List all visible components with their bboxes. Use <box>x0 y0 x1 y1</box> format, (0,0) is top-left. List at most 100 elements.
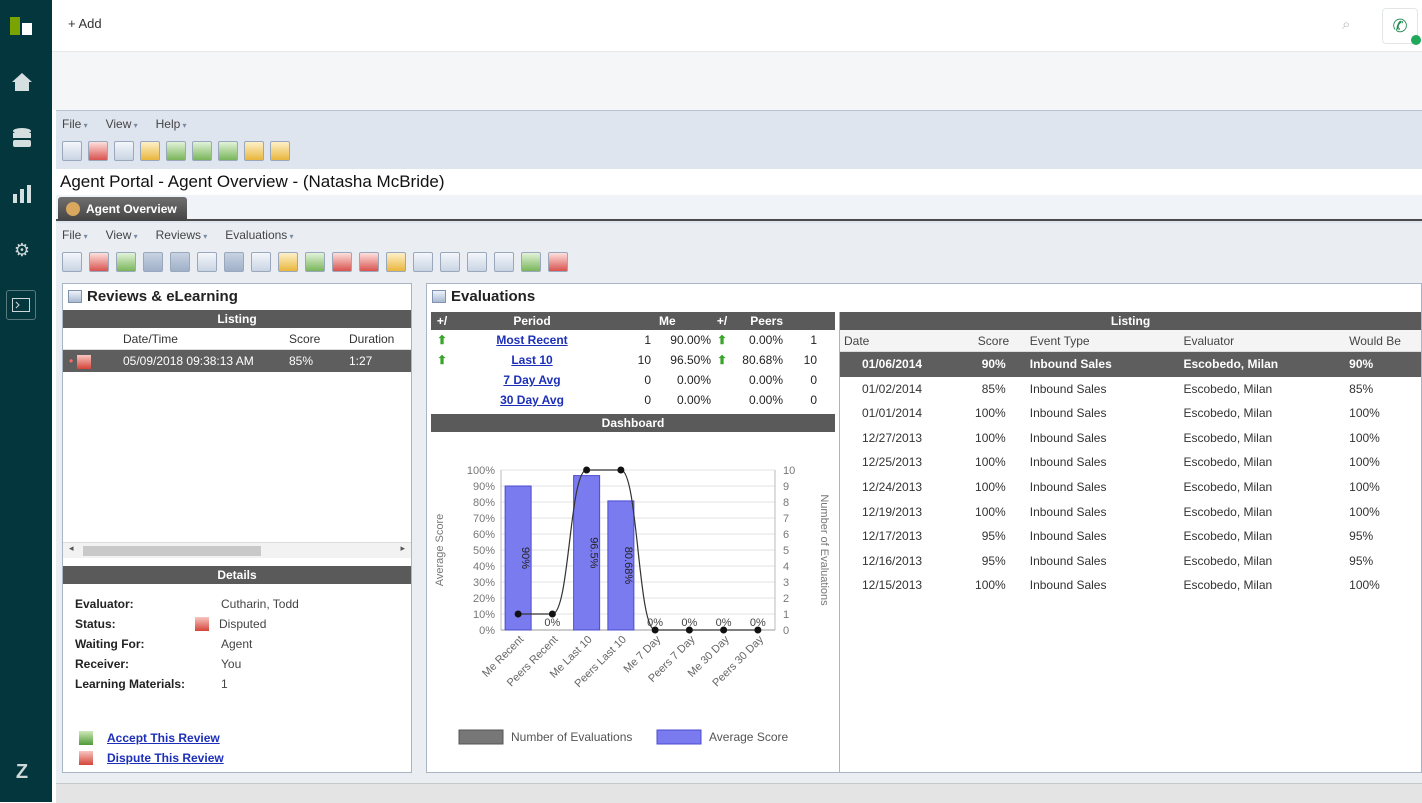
exit-icon[interactable] <box>270 141 290 161</box>
eval-would-be: 100% <box>1349 406 1380 421</box>
lock-icon[interactable] <box>140 141 160 161</box>
col-evaluator[interactable]: Evaluator <box>1183 330 1349 351</box>
period-link[interactable]: Last 10 <box>511 353 552 367</box>
edit-layout-icon[interactable] <box>170 252 190 272</box>
panel-left-icon[interactable] <box>166 141 186 161</box>
menu-evaluations[interactable]: Evaluations <box>225 228 293 242</box>
monitor-icon[interactable] <box>197 252 217 272</box>
folder-icon[interactable] <box>278 252 298 272</box>
col-event-type[interactable]: Event Type <box>1018 330 1184 351</box>
key-icon[interactable] <box>244 141 264 161</box>
calendar-icon[interactable] <box>521 252 541 272</box>
search-icon[interactable]: ⌕ <box>1342 16 1350 33</box>
phone-button[interactable]: ✆ <box>1382 8 1421 45</box>
table-row[interactable]: 01/02/2014 85% Inbound Sales Escobedo, Mila… <box>840 377 1421 402</box>
table-row[interactable]: 12/27/2013 100% Inbound Sales Escobedo, Mil… <box>840 426 1421 451</box>
delete-record-icon[interactable] <box>88 141 108 161</box>
reports-icon[interactable] <box>8 180 36 208</box>
scrollbar-thumb[interactable] <box>83 546 261 556</box>
zendesk-logo-icon[interactable] <box>8 12 36 40</box>
export-icon[interactable] <box>116 252 136 272</box>
menu-view[interactable]: View <box>106 117 138 131</box>
y2-tick-label: 9 <box>783 481 789 493</box>
me-count: 1 <box>644 333 651 347</box>
menu-help[interactable]: Help <box>156 117 187 131</box>
period-link[interactable]: Most Recent <box>496 333 567 347</box>
eval-event-type: Inbound Sales <box>1029 479 1107 494</box>
agent-portal-app: File View Help Agent Portal - Agent Over… <box>56 110 1422 803</box>
menu-file[interactable]: File <box>62 228 88 242</box>
views-icon[interactable] <box>8 124 36 152</box>
dispute-flag-icon[interactable] <box>332 252 352 272</box>
play-icon[interactable] <box>192 141 212 161</box>
legend-swatch-evaluations <box>458 729 504 745</box>
card-icon[interactable] <box>114 141 134 161</box>
review-actions: Accept This Review Dispute This Review <box>79 728 224 768</box>
col-would-be[interactable]: Would Be <box>1349 330 1421 351</box>
print-icon[interactable] <box>494 252 514 272</box>
message-icon[interactable] <box>251 252 271 272</box>
trend-up-arrow-icon <box>711 390 733 410</box>
dispute-review-link[interactable]: Dispute This Review <box>79 748 224 768</box>
edit-document-icon[interactable] <box>440 252 460 272</box>
line-point <box>617 466 625 474</box>
table-row[interactable]: • 05/09/2018 09:38:13 AM 85% 1:27 <box>63 350 411 372</box>
expand-icon[interactable] <box>218 141 238 161</box>
table-row[interactable]: 12/15/2013 100% Inbound Sales Escobedo, Mil… <box>840 573 1421 598</box>
table-row[interactable]: 01/06/2014 90% Inbound Sales Escobedo, Mila… <box>840 352 1421 377</box>
new-icon[interactable] <box>62 252 82 272</box>
eval-would-be: 100% <box>1349 479 1380 494</box>
col-plusminus-2: +/ <box>716 314 728 328</box>
close-view-icon[interactable] <box>548 252 568 272</box>
evaluation-icon[interactable] <box>359 252 379 272</box>
detail-waiting-for: Waiting For: Agent <box>63 634 411 654</box>
eval-event-type: Inbound Sales <box>1029 529 1107 544</box>
col-duration[interactable]: Duration <box>349 328 409 349</box>
table-row[interactable]: 01/01/2014 100% Inbound Sales Escobedo, Mil… <box>840 401 1421 426</box>
menu-view[interactable]: View <box>106 228 138 242</box>
settings-gear-icon[interactable]: ⚙ <box>8 236 36 264</box>
stats-period-cell: 30 Day Avg <box>453 390 611 410</box>
remove-icon[interactable] <box>89 252 109 272</box>
peer-percent: 80.68% <box>742 353 783 367</box>
table-row[interactable]: 12/24/2013 100% Inbound Sales Escobedo, Mil… <box>840 475 1421 500</box>
table-row[interactable]: 12/25/2013 100% Inbound Sales Escobedo, Mil… <box>840 450 1421 475</box>
period-link[interactable]: 7 Day Avg <box>503 373 560 387</box>
eval-evaluator: Escobedo, Milan <box>1183 455 1273 470</box>
dashboard-header: Dashboard <box>431 414 835 432</box>
detail-receiver: Receiver: You <box>63 654 411 674</box>
table-row[interactable]: 12/19/2013 100% Inbound Sales Escobedo, Mil… <box>840 500 1421 525</box>
copy-icon[interactable] <box>467 252 487 272</box>
peer-percent: 0.00% <box>748 393 783 407</box>
tab-agent-overview[interactable]: Agent Overview <box>58 197 187 221</box>
add-button[interactable]: + Add <box>68 16 102 31</box>
home-icon[interactable] <box>8 68 36 96</box>
accept-review-link[interactable]: Accept This Review <box>79 728 224 748</box>
accept-flag-icon[interactable] <box>305 252 325 272</box>
apps-terminal-icon[interactable] <box>6 290 36 320</box>
stats-period-cell: Last 10 <box>453 350 611 370</box>
eval-score: 100% <box>975 406 1006 421</box>
scroll-right-arrow-icon[interactable]: ▸ <box>400 543 405 554</box>
table-row[interactable]: 12/17/2013 95% Inbound Sales Escobedo, Mila… <box>840 524 1421 549</box>
menu-reviews[interactable]: Reviews <box>156 228 208 242</box>
period-link[interactable]: 30 Day Avg <box>500 393 564 407</box>
col-score[interactable]: Score <box>964 330 1018 351</box>
new-record-icon[interactable] <box>62 141 82 161</box>
add-label: Add <box>78 16 102 31</box>
col-datetime[interactable]: Date/Time <box>123 328 289 349</box>
col-score[interactable]: Score <box>289 328 349 349</box>
dispute-review-label: Dispute This Review <box>107 751 224 765</box>
layout-icon[interactable] <box>143 252 163 272</box>
reviews-horizontal-scrollbar[interactable]: ◂ ▸ <box>63 542 411 558</box>
zendesk-z-icon[interactable]: Z <box>8 758 36 786</box>
document-icon[interactable] <box>413 252 433 272</box>
eval-event-type: Inbound Sales <box>1029 455 1107 470</box>
col-date[interactable]: Date <box>840 330 964 351</box>
review-score: 85% <box>289 354 314 368</box>
lightbulb-icon[interactable] <box>386 252 406 272</box>
menu-file[interactable]: File <box>62 117 88 131</box>
scroll-left-arrow-icon[interactable]: ◂ <box>69 543 74 554</box>
agent-icon[interactable] <box>224 252 244 272</box>
table-row[interactable]: 12/16/2013 95% Inbound Sales Escobedo, Mila… <box>840 549 1421 574</box>
